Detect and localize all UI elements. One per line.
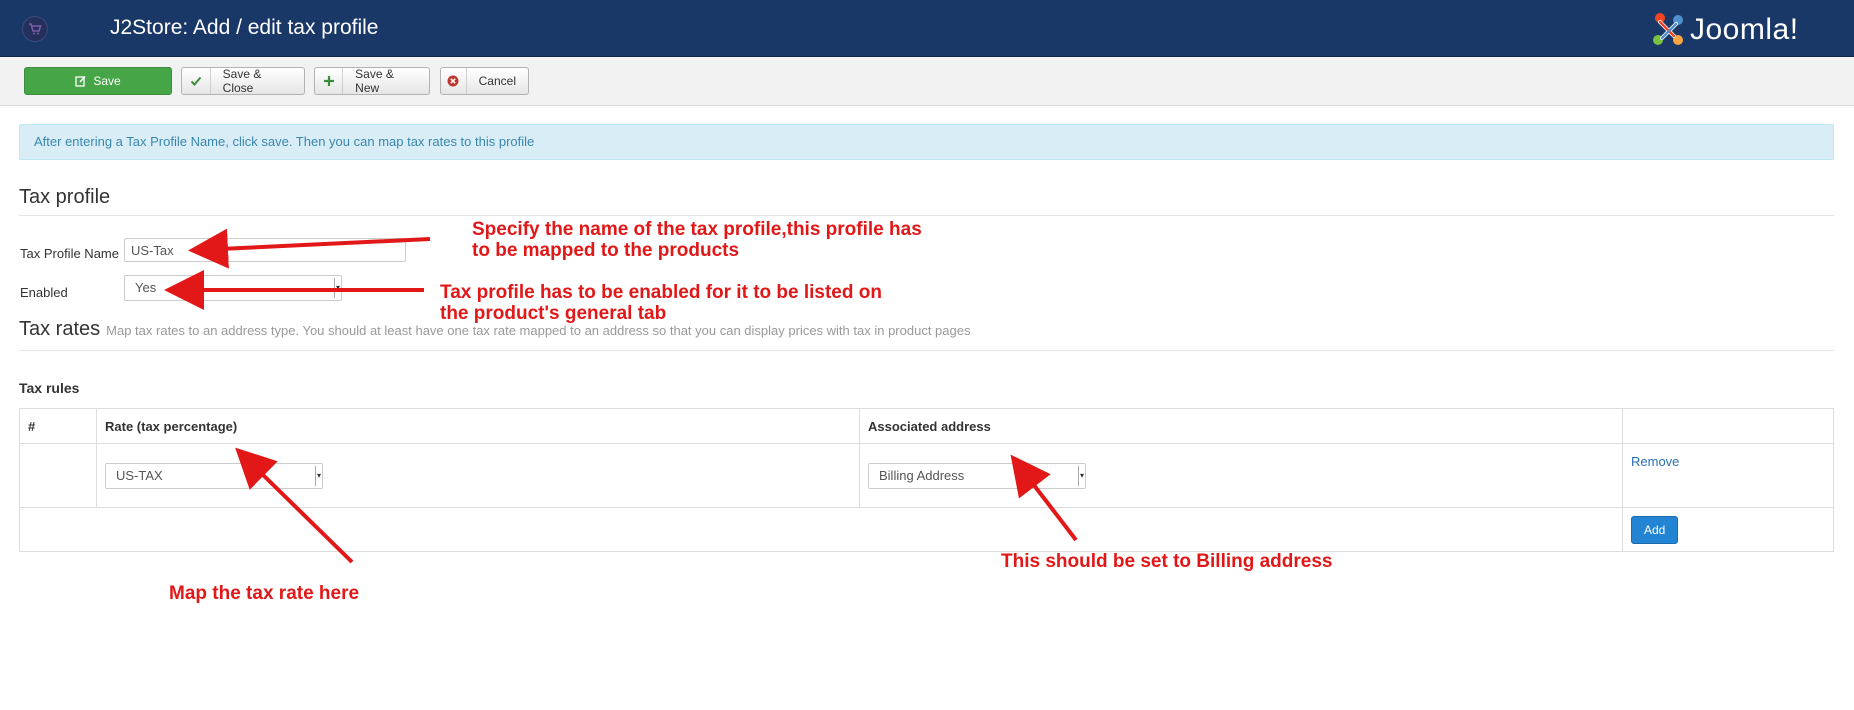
save-close-label: Save & Close <box>222 67 262 95</box>
table-header-row: # Rate (tax percentage) Associated addre… <box>19 408 1834 444</box>
row-index <box>19 443 97 508</box>
page-title: J2Store: Add / edit tax profile <box>110 16 379 39</box>
enabled-select-value: Yes <box>135 280 157 295</box>
cancel-circle-icon <box>441 68 467 94</box>
remove-link[interactable]: Remove <box>1631 454 1679 469</box>
tax-rates-description: Map tax rates to an address type. You sh… <box>106 323 971 338</box>
divider <box>19 215 1834 216</box>
enabled-select[interactable]: Yes ▾ <box>124 275 342 301</box>
chevron-down-icon: ▾ <box>315 465 322 486</box>
column-header-actions <box>1622 408 1834 444</box>
annotation-rate-note: Map the tax rate here <box>169 583 360 604</box>
actions-cell: Remove <box>1622 443 1834 508</box>
cart-icon <box>29 23 42 35</box>
tax-rate-select[interactable]: US-TAX ▾ <box>105 462 323 489</box>
tax-profile-name-label: Tax Profile Name <box>20 246 119 261</box>
column-header-index: # <box>19 408 97 444</box>
save-close-button[interactable]: Save & Close <box>181 67 305 95</box>
tax-profile-heading: Tax profile <box>19 186 111 208</box>
admin-header: J2Store: Add / edit tax profile Joomla! <box>0 0 1854 57</box>
annotation-address-note: This should be set to Billing address <box>1001 551 1333 572</box>
annotation-line: Specify the name of the tax profile,this… <box>472 219 922 240</box>
rate-cell: US-TAX ▾ <box>96 443 860 508</box>
chevron-down-icon: ▾ <box>334 278 341 298</box>
table-row: US-TAX ▾ Billing Address ▾ Remove <box>19 443 1834 508</box>
annotation-enabled-note: Tax profile has to be enabled for it to … <box>440 282 882 324</box>
tax-profile-name-input[interactable] <box>124 238 406 262</box>
toolbar: Save Save & Close Save & New Cancel <box>0 57 1854 106</box>
table-row: Add <box>19 507 1834 552</box>
annotation-line: the product's general tab <box>440 303 667 324</box>
tax-rules-heading: Tax rules <box>19 380 80 396</box>
joomla-brand: Joomla! <box>1690 13 1799 46</box>
save-new-label: Save & New <box>355 67 394 95</box>
enabled-label: Enabled <box>20 285 68 300</box>
save-button[interactable]: Save <box>24 67 172 95</box>
annotation-line: to be mapped to the products <box>472 240 740 261</box>
divider <box>19 350 1834 351</box>
associated-address-select[interactable]: Billing Address ▾ <box>868 462 1086 489</box>
tax-rate-select-value: US-TAX <box>116 467 163 483</box>
cancel-button[interactable]: Cancel <box>440 67 529 95</box>
j2store-cart-icon[interactable] <box>22 16 48 42</box>
edit-icon <box>75 68 87 94</box>
cancel-label: Cancel <box>478 74 516 88</box>
address-cell: Billing Address ▾ <box>859 443 1623 508</box>
column-header-address: Associated address <box>859 408 1623 444</box>
add-cell: Add <box>1622 507 1834 552</box>
column-header-rate: Rate (tax percentage) <box>96 408 860 444</box>
checkmark-icon <box>182 68 211 94</box>
save-label: Save <box>93 74 121 88</box>
associated-address-select-value: Billing Address <box>879 467 965 483</box>
empty-cell <box>19 507 1623 552</box>
tax-rules-table: # Rate (tax percentage) Associated addre… <box>19 408 1834 552</box>
add-button[interactable]: Add <box>1631 515 1679 544</box>
plus-icon <box>315 68 344 94</box>
annotation-line: Tax profile has to be enabled for it to … <box>440 282 882 303</box>
annotation-name-note: Specify the name of the tax profile,this… <box>472 219 922 261</box>
tax-rates-title: Tax rates <box>19 318 101 340</box>
save-new-button[interactable]: Save & New <box>314 67 430 95</box>
chevron-down-icon: ▾ <box>1078 465 1085 486</box>
joomla-logo-icon <box>1653 13 1683 45</box>
info-alert: After entering a Tax Profile Name, click… <box>19 124 1834 160</box>
